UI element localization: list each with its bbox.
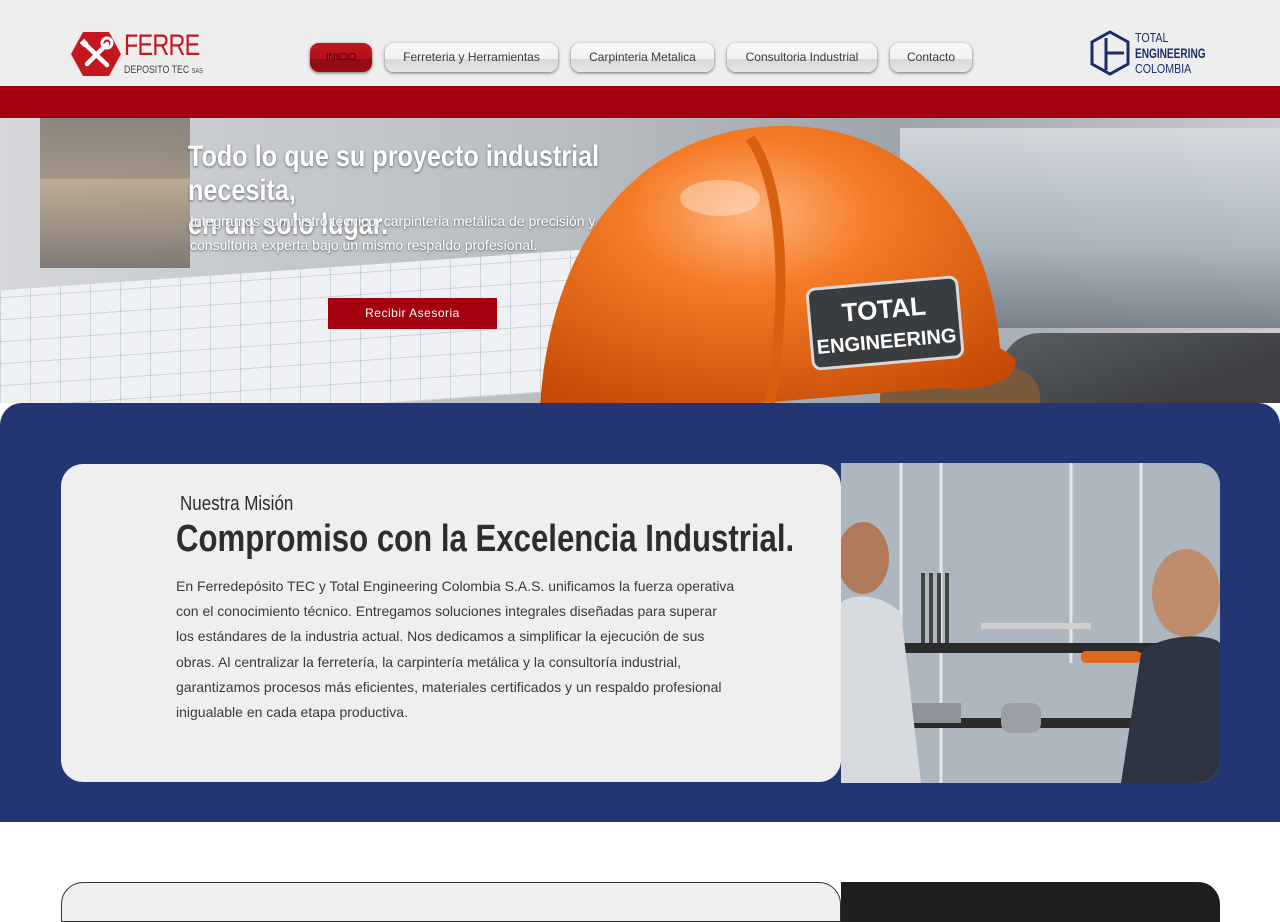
te-logo-line2: ENGINEERING	[1135, 45, 1206, 61]
nav-item-carpinteria[interactable]: Carpinteria Metalica	[571, 43, 714, 72]
mission-photo	[841, 463, 1220, 783]
site-header: FERRE DEPOSITO TEC SAS INICIO Ferreteria…	[0, 0, 1280, 86]
nav-item-consultoria[interactable]: Consultoria Industrial	[727, 43, 877, 72]
engineers-image	[841, 463, 1220, 783]
te-logo-line3: COLOMBIA	[1135, 61, 1192, 76]
te-logo-line1: TOTAL	[1135, 30, 1169, 45]
te-monogram-icon	[1090, 30, 1130, 76]
logo-sub-text: DEPOSITO TEC SAS	[124, 64, 203, 78]
wrench-screwdriver-icon	[71, 32, 121, 76]
hero-subtitle: Integramos suministro técnico, carpinter…	[190, 213, 596, 253]
logo-brand-text: FERRE	[124, 29, 200, 62]
hero-glove	[1000, 333, 1280, 403]
logo-sub-main: DEPOSITO TEC	[124, 64, 190, 76]
ferredeposito-logo[interactable]: FERRE DEPOSITO TEC SAS	[70, 30, 210, 80]
hero-bg-shelf	[40, 118, 190, 268]
header-accent-bar	[0, 86, 1280, 118]
mission-kicker: Nuestra Misión	[180, 493, 294, 515]
nav-item-ferreteria[interactable]: Ferreteria y Herramientas	[385, 43, 558, 72]
total-engineering-logo[interactable]: TOTAL ENGINEERING COLOMBIA	[1090, 30, 1220, 78]
nav-item-inicio[interactable]: INICIO	[310, 43, 372, 72]
mission-section: Nuestra Misión Compromiso con la Excelen…	[0, 403, 1280, 822]
mission-body: En Ferredepósito TEC y Total Engineering…	[176, 578, 735, 721]
next-section-photo	[841, 882, 1220, 922]
nav-item-contacto[interactable]: Contacto	[890, 43, 972, 72]
mission-heading: Compromiso con la Excelencia Industrial.	[176, 518, 795, 560]
mission-card: Nuestra Misión Compromiso con la Excelen…	[61, 464, 841, 782]
next-section-card	[61, 882, 841, 922]
logo-sub-small: SAS	[191, 68, 203, 75]
request-advice-button[interactable]: Recibir Asesoria	[328, 298, 497, 329]
hero-banner: TOTAL ENGINEERING Todo lo que su proyect…	[0, 118, 1280, 403]
hero-title-line1: Todo lo que su proyecto industrial neces…	[188, 140, 600, 207]
